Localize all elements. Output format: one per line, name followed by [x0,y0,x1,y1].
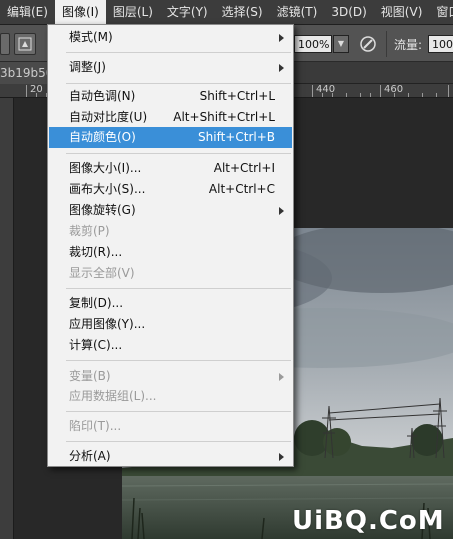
menu-item-auto-tone[interactable]: 自动色调(N) Shift+Ctrl+L [49,86,292,107]
menu-item-canvas-size[interactable]: 画布大小(S)... Alt+Ctrl+C [49,179,292,200]
menu-item-label: 应用图像(Y)... [69,317,146,331]
menu-item-label: 显示全部(V) [69,266,135,280]
menu-item-label: 模式(M) [69,30,113,44]
menu-divider [66,411,291,412]
menu-item-label: 裁剪(P) [69,224,110,238]
menu-item-label: 自动色调(N) [69,89,136,103]
menu-item-calculations[interactable]: 计算(C)... [49,335,292,356]
menu-item-analysis[interactable]: 分析(A) [49,446,292,467]
menu-item-mode[interactable]: 模式(M) [49,27,292,48]
menu-item-label: 画布大小(S)... [69,182,146,196]
watermark: UiBQ.CoM [292,506,445,536]
menu-divider [66,441,291,442]
vertical-ruler [0,98,14,539]
separator [386,31,387,57]
menu-image[interactable]: 图像(I) [54,0,106,25]
menu-divider [66,360,291,361]
tool-preset-button[interactable] [0,33,10,55]
menu-item-adjustments[interactable]: 调整(J) [49,57,292,78]
airbrush-icon[interactable] [358,34,378,54]
menu-item-label: 图像旋转(G) [69,203,136,217]
submenu-arrow-icon [279,453,284,461]
menu-item-shortcut: Shift+Ctrl+L [199,89,275,103]
menu-item-label: 调整(J) [69,60,106,74]
menu-window[interactable]: 窗口 [429,0,453,25]
menu-item-label: 裁切(R)... [69,245,123,259]
submenu-arrow-icon [279,64,284,72]
flow-label: 流量: [394,38,423,52]
menu-item-label: 分析(A) [69,449,111,463]
menu-item-label: 复制(D)... [69,296,124,310]
menu-divider [66,288,291,289]
menu-edit[interactable]: 编辑(E) [0,0,55,25]
menu-item-variables[interactable]: 变量(B) [49,366,292,387]
menu-item-label: 应用数据组(L)... [69,389,157,403]
opacity-dropdown[interactable]: ▼ [333,35,349,53]
menu-select[interactable]: 选择(S) [215,0,270,25]
menu-item-auto-contrast[interactable]: 自动对比度(U) Alt+Shift+Ctrl+L [49,107,292,128]
menu-item-image-rotation[interactable]: 图像旋转(G) [49,200,292,221]
brush-panel-button[interactable] [14,33,36,55]
menu-item-trap[interactable]: 陷印(T)... [49,416,292,437]
menu-item-apply-data-set[interactable]: 应用数据组(L)... [49,386,292,407]
menu-item-shortcut: Alt+Shift+Ctrl+L [173,110,275,124]
menu-item-shortcut: Alt+Ctrl+C [208,182,275,196]
menu-item-trim[interactable]: 裁切(R)... [49,242,292,263]
menu-item-apply-image[interactable]: 应用图像(Y)... [49,314,292,335]
menu-view[interactable]: 视图(V) [374,0,430,25]
menu-divider [66,52,291,53]
image-menu: 模式(M) 调整(J) 自动色调(N) Shift+Ctrl+L 自动对比度(U… [47,24,294,467]
menu-type[interactable]: 文字(Y) [160,0,215,25]
flow-field[interactable]: 100 [428,35,453,53]
menu-item-label: 变量(B) [69,369,111,383]
menu-item-label: 图像大小(I)... [69,161,142,175]
menu-item-label: 自动颜色(O) [69,130,136,144]
menu-item-crop[interactable]: 裁剪(P) [49,221,292,242]
menu-item-label: 自动对比度(U) [69,110,148,124]
menu-item-reveal-all[interactable]: 显示全部(V) [49,263,292,284]
menu-item-label: 计算(C)... [69,338,123,352]
menu-item-label: 陷印(T)... [69,419,122,433]
menu-item-duplicate[interactable]: 复制(D)... [49,293,292,314]
menu-layer[interactable]: 图层(L) [106,0,160,25]
submenu-arrow-icon [279,207,284,215]
document-tab[interactable]: 3b19b50 [0,62,48,84]
opacity-field[interactable]: 100% [294,35,332,53]
menu-divider [66,83,291,84]
menu-item-shortcut: Alt+Ctrl+I [213,161,275,175]
menu-item-image-size[interactable]: 图像大小(I)... Alt+Ctrl+I [49,158,292,179]
menu-item-auto-color[interactable]: 自动颜色(O) Shift+Ctrl+B [49,127,292,148]
menu-3d[interactable]: 3D(D) [324,0,373,25]
menu-item-shortcut: Shift+Ctrl+B [198,130,275,144]
menu-filter[interactable]: 滤镜(T) [270,0,325,25]
submenu-arrow-icon [279,373,284,381]
submenu-arrow-icon [279,34,284,42]
menu-bar: 编辑(E) 图像(I) 图层(L) 文字(Y) 选择(S) 滤镜(T) 3D(D… [0,0,453,25]
menu-divider [66,153,291,154]
brush-panel-icon [18,37,32,51]
